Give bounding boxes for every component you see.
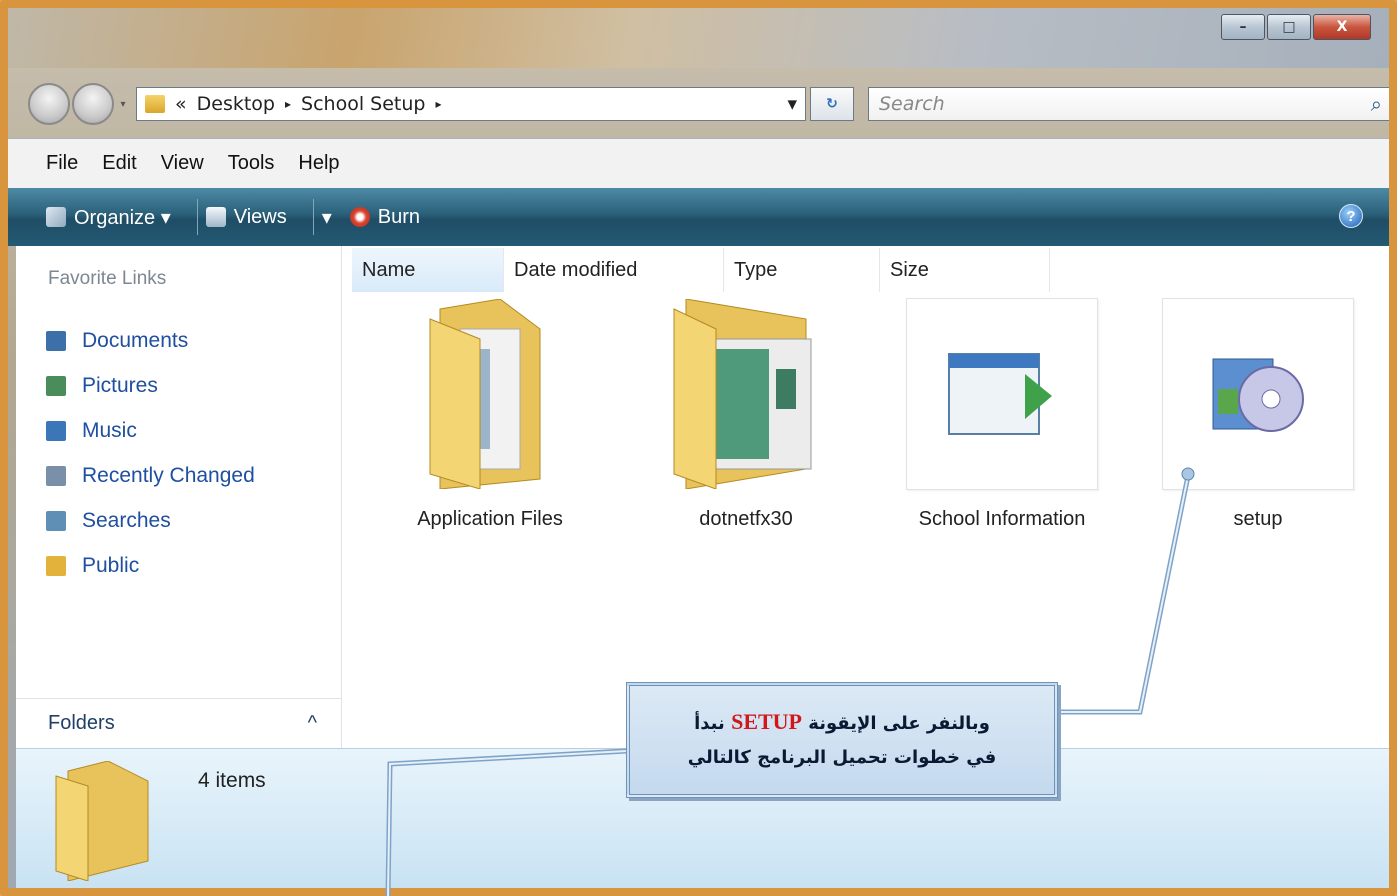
breadcrumb-overflow[interactable]: « <box>175 93 187 115</box>
refresh-button[interactable]: ↻ <box>810 87 854 121</box>
menu-tools[interactable]: Tools <box>228 152 275 175</box>
file-list-pane: Name Date modified Type Size Application… <box>342 246 1389 748</box>
menu-edit[interactable]: Edit <box>102 152 136 175</box>
organize-icon <box>46 207 66 227</box>
callout-text: نبدأ <box>694 713 725 734</box>
instruction-callout: وبالنفر على الإيقونة SETUP نبدأ في خطوات… <box>626 682 1058 798</box>
navigation-row: ▾ « Desktop ▸ School Setup ▸ ▾ ↻ Search … <box>28 82 1389 126</box>
recent-pages-dropdown[interactable]: ▾ <box>116 99 130 110</box>
menu-help[interactable]: Help <box>298 152 339 175</box>
searches-icon <box>46 510 66 531</box>
folders-toggle-bar[interactable]: Folders ^ <box>16 698 341 748</box>
column-header-size[interactable]: Size <box>880 248 1050 292</box>
item-count: 4 items <box>198 769 266 792</box>
sidebar-item-public[interactable]: Public <box>46 543 255 588</box>
folder-icon <box>55 761 149 881</box>
folders-label: Folders <box>48 712 115 734</box>
file-name: dotnetfx30 <box>699 508 793 530</box>
sidebar-item-recently-changed[interactable]: Recently Changed <box>46 453 255 498</box>
column-header-type[interactable]: Type <box>724 248 880 292</box>
sidebar-item-label: Music <box>82 418 137 442</box>
views-icon <box>205 207 226 227</box>
application-icon <box>906 298 1098 490</box>
back-button[interactable] <box>28 83 70 125</box>
search-input[interactable]: Search <box>879 93 1371 115</box>
burn-icon <box>349 207 370 227</box>
address-bar[interactable]: « Desktop ▸ School Setup ▸ ▾ <box>136 87 806 121</box>
callout-text: وبالنفر على الإيقونة <box>808 713 990 734</box>
callout-line-1: وبالنفر على الإيقونة SETUP نبدأ <box>694 705 990 741</box>
navigation-pane: Favorite Links Documents Pictures Music … <box>16 246 342 748</box>
burn-button[interactable]: Burn <box>349 205 421 229</box>
address-dropdown-icon[interactable]: ▾ <box>787 93 797 115</box>
views-dropdown[interactable]: ▾ <box>322 205 332 230</box>
music-icon <box>46 420 66 441</box>
chevron-up-icon[interactable]: ^ <box>308 712 317 735</box>
documents-icon <box>46 330 66 351</box>
sidebar-item-label: Recently Changed <box>82 463 255 487</box>
file-item-school-information[interactable]: School Information <box>874 298 1130 534</box>
column-header-date-modified[interactable]: Date modified <box>504 248 724 292</box>
burn-label: Burn <box>377 205 421 228</box>
organize-label: Organize ▾ <box>74 206 171 229</box>
command-bar: Organize ▾ Views ▾ Burn ? <box>8 188 1389 246</box>
column-headers: Name Date modified Type Size <box>352 248 1050 292</box>
sidebar-item-label: Public <box>82 553 140 577</box>
search-box[interactable]: Search ⌕ <box>868 87 1389 121</box>
file-name: School Information <box>918 508 1086 530</box>
setup-icon <box>1162 298 1354 490</box>
folder-icon <box>394 298 586 490</box>
sidebar-item-label: Documents <box>82 328 189 352</box>
help-icon[interactable]: ? <box>1339 204 1363 228</box>
breadcrumb-desktop[interactable]: Desktop <box>197 93 275 115</box>
file-item-setup[interactable]: setup <box>1130 298 1386 534</box>
sidebar-item-label: Pictures <box>82 373 158 397</box>
breadcrumb-separator[interactable]: ▸ <box>285 97 291 111</box>
favorite-links-title: Favorite Links <box>48 268 167 289</box>
sidebar-item-label: Searches <box>82 508 171 532</box>
breadcrumb-separator[interactable]: ▸ <box>435 97 441 111</box>
file-item-dotnetfx30[interactable]: dotnetfx30 <box>618 298 874 534</box>
column-header-name[interactable]: Name <box>352 248 504 292</box>
callout-line-2: في خطوات تحميل البرنامج كالتالي <box>687 747 997 768</box>
file-name: setup <box>1233 508 1283 530</box>
sidebar-item-pictures[interactable]: Pictures <box>46 363 255 408</box>
menu-file[interactable]: File <box>46 152 78 175</box>
file-item-application-files[interactable]: Application Files <box>362 298 618 534</box>
pictures-icon <box>46 375 66 396</box>
organize-button[interactable]: Organize ▾ <box>46 205 171 230</box>
menu-bar: File Edit View Tools Help <box>8 138 1389 188</box>
search-icon[interactable]: ⌕ <box>1371 92 1382 116</box>
content-area: Favorite Links Documents Pictures Music … <box>16 246 1389 748</box>
file-name: Application Files <box>417 508 563 530</box>
close-button[interactable]: X <box>1313 14 1371 40</box>
file-grid: Application Files dotnetfx30 School Info… <box>362 298 1386 534</box>
maximize-button[interactable]: □ <box>1267 14 1311 40</box>
title-bar: – □ X <box>8 8 1389 68</box>
recently-changed-icon <box>46 465 66 486</box>
minimize-button[interactable]: – <box>1221 14 1265 40</box>
breadcrumb-school-setup[interactable]: School Setup <box>301 93 425 115</box>
menu-view[interactable]: View <box>161 152 204 175</box>
window-controls: – □ X <box>1221 14 1371 40</box>
callout-highlight: SETUP <box>731 709 802 734</box>
views-label: Views <box>233 205 287 228</box>
favorite-links-list: Documents Pictures Music Recently Change… <box>46 318 255 588</box>
public-folder-icon <box>46 555 66 576</box>
views-button[interactable]: Views <box>205 205 287 229</box>
sidebar-item-music[interactable]: Music <box>46 408 255 453</box>
forward-button[interactable] <box>72 83 114 125</box>
sidebar-item-documents[interactable]: Documents <box>46 318 255 363</box>
sidebar-item-searches[interactable]: Searches <box>46 498 255 543</box>
folder-icon <box>650 298 842 490</box>
folder-icon <box>145 95 165 113</box>
